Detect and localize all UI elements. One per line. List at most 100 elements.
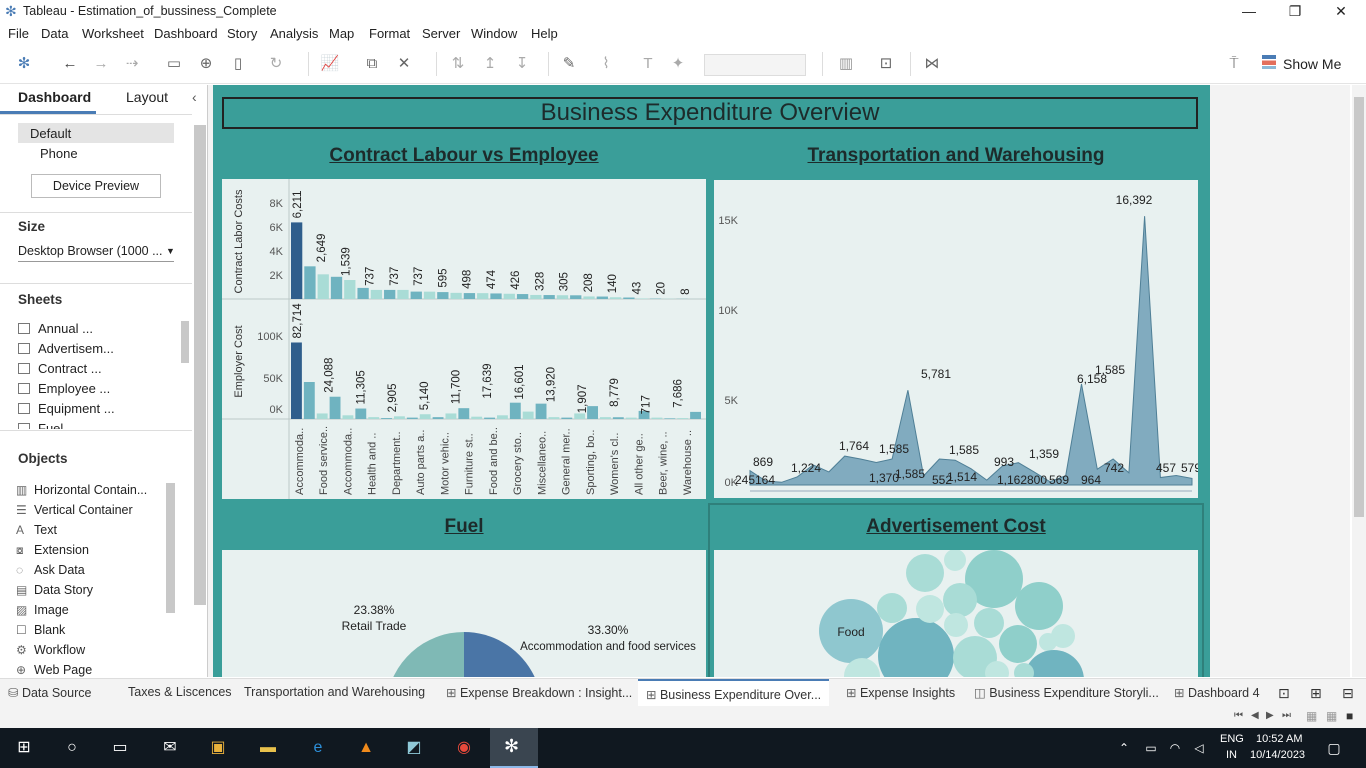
object-item[interactable]: ⊕ Web Page: [16, 660, 92, 680]
menu-analysis[interactable]: Analysis: [270, 26, 318, 41]
object-item[interactable]: ▨ Image: [16, 600, 69, 620]
chrome-icon[interactable]: ◉: [452, 736, 476, 760]
search-icon[interactable]: ○: [60, 736, 84, 760]
new-datasource-icon[interactable]: ⊕: [196, 54, 216, 74]
sort-descending-icon[interactable]: ↧: [512, 54, 532, 74]
object-item[interactable]: A Text: [16, 520, 57, 540]
clock-time[interactable]: 10:52 AM: [1256, 733, 1302, 745]
labels-icon[interactable]: T: [638, 54, 658, 74]
vlc-icon[interactable]: ▲: [354, 736, 378, 760]
menu-file[interactable]: File: [8, 26, 29, 41]
redo-icon[interactable]: →: [91, 54, 111, 74]
new-story-tab-icon[interactable]: ⊟: [1342, 685, 1354, 702]
tab-layout[interactable]: Layout: [126, 89, 168, 105]
next-sheet-icon[interactable]: ▶: [1266, 710, 1274, 721]
notifications-icon[interactable]: ▢: [1322, 736, 1346, 760]
show-me-icon[interactable]: [1262, 55, 1276, 69]
tab-dashboard[interactable]: Dashboard: [18, 89, 91, 105]
new-dashboard-tab-icon[interactable]: ⊞: [1310, 685, 1322, 702]
sheets-scrollbar[interactable]: [181, 321, 189, 363]
new-worksheet-tab-icon[interactable]: ⊡: [1278, 685, 1290, 702]
tab-business-expenditure-overview[interactable]: ⊞ Business Expenditure Over...: [638, 679, 830, 707]
wifi-icon[interactable]: ◠: [1166, 736, 1184, 760]
tab-expense-breakdown[interactable]: ⊞ Expense Breakdown : Insight...: [446, 685, 632, 700]
right-scrollbar[interactable]: [1354, 97, 1364, 517]
fit-dropdown[interactable]: [704, 54, 806, 76]
sheet-item[interactable]: Fuel: [18, 419, 63, 429]
menu-data[interactable]: Data: [41, 26, 68, 41]
sheet-sorter-icon[interactable]: ▦: [1326, 709, 1337, 723]
tab-transportation[interactable]: Transportation and Warehousing: [244, 685, 425, 699]
menu-window[interactable]: Window: [471, 26, 517, 41]
tableau-home-icon[interactable]: ✻: [14, 54, 34, 74]
presentation-mode-icon[interactable]: ⊡: [876, 54, 896, 74]
tabs-view-icon[interactable]: ■: [1346, 709, 1353, 723]
store-icon[interactable]: ▣: [206, 736, 230, 760]
menu-map[interactable]: Map: [329, 26, 354, 41]
format-painter-icon[interactable]: ⍑: [1224, 54, 1244, 74]
mail-icon[interactable]: ✉: [158, 736, 182, 760]
menu-help[interactable]: Help: [531, 26, 558, 41]
language-indicator[interactable]: ENG: [1220, 733, 1244, 745]
edge-icon[interactable]: e: [306, 736, 330, 760]
device-phone[interactable]: Phone: [40, 146, 78, 161]
highlight-icon[interactable]: ✎: [559, 54, 579, 74]
object-item[interactable]: ◌ Ask Data: [16, 560, 85, 580]
device-preview-button[interactable]: Device Preview: [31, 174, 161, 198]
menu-dashboard[interactable]: Dashboard: [154, 26, 218, 41]
group-icon[interactable]: ⌇: [596, 54, 616, 74]
objects-scrollbar[interactable]: [166, 483, 175, 613]
new-worksheet-icon[interactable]: 📈: [320, 54, 340, 74]
save-icon[interactable]: ▭: [164, 54, 184, 74]
first-sheet-icon[interactable]: ⏮: [1234, 710, 1243, 721]
show-cards-icon[interactable]: ▥: [836, 54, 856, 74]
app-icon[interactable]: ◩: [402, 736, 426, 760]
pin-icon[interactable]: ✦: [668, 54, 688, 74]
file-explorer-icon[interactable]: ▬: [256, 736, 280, 760]
sheet-item[interactable]: Annual ...: [18, 319, 93, 339]
sheet-item[interactable]: Employee ...: [18, 379, 110, 399]
volume-icon[interactable]: ◁: [1190, 736, 1208, 760]
tab-taxes[interactable]: Taxes & Liscences: [128, 685, 232, 699]
windows-start-icon[interactable]: ⊞: [12, 736, 36, 760]
tab-dashboard-4[interactable]: ⊞ Dashboard 4: [1174, 685, 1260, 700]
panel-scrollbar[interactable]: [194, 125, 206, 605]
object-item[interactable]: ▤ Data Story: [16, 580, 93, 600]
undo-icon[interactable]: ←: [60, 54, 80, 74]
object-item[interactable]: ☰ Vertical Container: [16, 500, 133, 520]
refresh-icon[interactable]: ↻: [266, 54, 286, 74]
share-icon[interactable]: ⋈: [922, 54, 942, 74]
device-default[interactable]: Default: [30, 126, 71, 141]
swap-icon[interactable]: ⇅: [448, 54, 468, 74]
film-strip-icon[interactable]: ▦: [1306, 709, 1317, 723]
size-select[interactable]: Desktop Browser (1000 ...: [18, 244, 163, 258]
clear-sheet-icon[interactable]: ✕: [394, 54, 414, 74]
minimize-button[interactable]: —: [1226, 0, 1272, 22]
close-button[interactable]: ✕: [1318, 0, 1364, 22]
collapse-panel-icon[interactable]: ‹: [192, 89, 197, 105]
tab-data-source[interactable]: ⛁ Data Source: [8, 685, 91, 700]
pause-updates-icon[interactable]: ▯: [228, 54, 248, 74]
last-sheet-icon[interactable]: ⏭: [1282, 710, 1291, 721]
menu-format[interactable]: Format: [369, 26, 410, 41]
menu-worksheet[interactable]: Worksheet: [82, 26, 144, 41]
duplicate-sheet-icon[interactable]: ⧉: [362, 54, 382, 74]
prev-sheet-icon[interactable]: ◀: [1251, 710, 1259, 721]
object-item[interactable]: ⚙ Workflow: [16, 640, 85, 660]
tab-storyline[interactable]: ◫ Business Expenditure Storyli...: [974, 685, 1159, 700]
replay-icon[interactable]: ⇢: [122, 54, 142, 74]
sheet-item[interactable]: Equipment ...: [18, 399, 115, 419]
tableau-taskbar-button[interactable]: ✻: [490, 728, 538, 768]
task-view-icon[interactable]: ▭: [108, 736, 132, 760]
battery-icon[interactable]: ▭: [1142, 736, 1160, 760]
menu-story[interactable]: Story: [227, 26, 257, 41]
restore-button[interactable]: ❐: [1272, 0, 1318, 22]
menu-server[interactable]: Server: [422, 26, 460, 41]
sort-ascending-icon[interactable]: ↥: [480, 54, 500, 74]
tab-expense-insights[interactable]: ⊞ Expense Insights: [846, 685, 955, 700]
show-me-button[interactable]: Show Me: [1283, 56, 1341, 72]
size-dropdown-icon[interactable]: ▼: [166, 246, 175, 256]
sheet-item[interactable]: Advertisem...: [18, 339, 114, 359]
object-item[interactable]: ▥ Horizontal Contain...: [16, 480, 147, 500]
object-item[interactable]: ⧇ Extension: [16, 540, 89, 560]
